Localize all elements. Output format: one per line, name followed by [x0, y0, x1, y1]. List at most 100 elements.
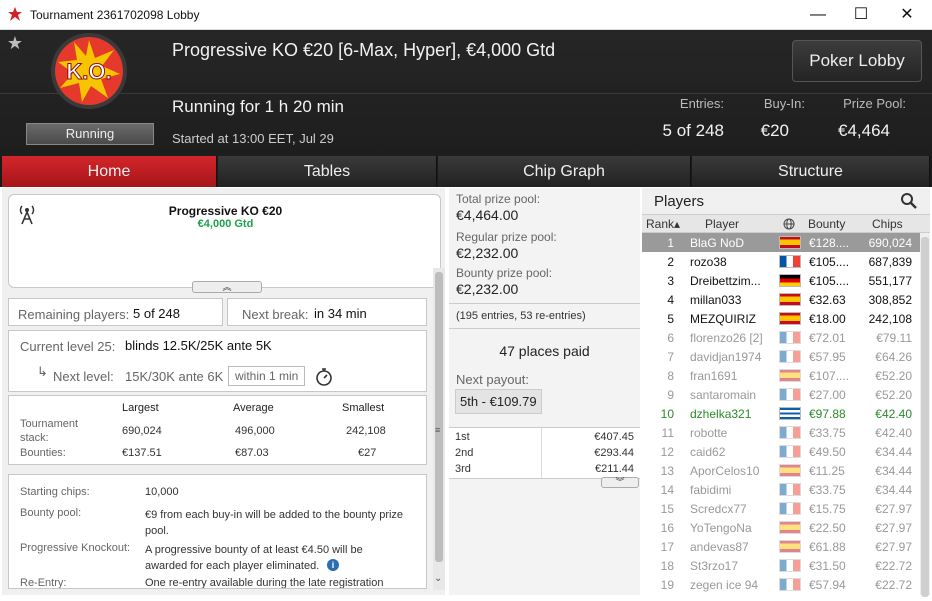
- player-chips: €42.40: [875, 426, 912, 440]
- player-row[interactable]: 12 caid62 €49.50 €34.44: [642, 442, 920, 461]
- country-flag-icon: [779, 350, 801, 363]
- minimize-button[interactable]: —: [795, 0, 841, 30]
- player-row[interactable]: 17 andevas87 €61.88 €27.97: [642, 537, 920, 556]
- next-level-arrow-icon: ↳: [37, 364, 48, 379]
- info-icon[interactable]: i: [327, 559, 339, 571]
- level-label: Current level 25:: [20, 339, 116, 354]
- players-scrollbar[interactable]: [920, 233, 930, 597]
- collapse-banner-button[interactable]: ︽: [192, 281, 262, 293]
- poker-lobby-button[interactable]: Poker Lobby: [792, 40, 922, 82]
- buyin-value: €20: [760, 121, 789, 140]
- info-value-starting-chips: 10,000: [145, 486, 179, 498]
- player-rank: 13: [660, 464, 674, 478]
- player-rank: 17: [660, 540, 674, 554]
- player-rank: 14: [660, 483, 674, 497]
- country-flag-icon: [779, 388, 801, 401]
- player-row[interactable]: 10 dzhelka321 €97.88 €42.40: [642, 404, 920, 423]
- tournament-status-badge: Running: [26, 123, 154, 145]
- window-titlebar: Tournament 2361702098 Lobby — ☐ ✕: [0, 0, 932, 30]
- window-title: Tournament 2361702098 Lobby: [30, 8, 200, 22]
- player-bounty: €97.88: [809, 407, 846, 421]
- scroll-down-icon[interactable]: ⌄: [434, 573, 442, 584]
- player-name: zegen ice 94: [690, 578, 759, 592]
- player-rank: 11: [661, 426, 674, 440]
- player-chips: €22.72: [875, 578, 912, 592]
- prizepool-stat: Prize Pool: €4,464: [826, 96, 906, 141]
- player-rank: 6: [667, 331, 674, 345]
- column-player[interactable]: Player: [705, 217, 739, 231]
- country-flag-icon: [779, 293, 801, 306]
- player-chips: €27.97: [875, 540, 912, 554]
- info-label-bounty-pool: Bounty pool:: [20, 507, 82, 519]
- player-chips: €22.72: [875, 559, 912, 573]
- favorite-star-icon[interactable]: ★: [0, 30, 30, 56]
- players-scrollbar-thumb[interactable]: [921, 237, 929, 597]
- search-icon[interactable]: [900, 192, 918, 210]
- player-row[interactable]: 16 YoTengoNa €22.50 €27.97: [642, 518, 920, 537]
- home-scrollbar-thumb[interactable]: [435, 272, 443, 562]
- player-row[interactable]: 5 MEZQUIRIZ €18.00 242,108: [642, 309, 920, 328]
- remaining-value: 5 of 248: [133, 306, 180, 321]
- prizepool-value: €4,464: [838, 121, 890, 140]
- player-bounty: €72.01: [809, 331, 846, 345]
- player-row[interactable]: 1 BlaG NoD €128.... 690,024: [642, 233, 920, 252]
- tab-structure[interactable]: Structure: [692, 156, 930, 187]
- player-chips: 687,839: [868, 255, 912, 269]
- players-column-header: Rank▴ Player Bounty Chips: [642, 214, 930, 233]
- country-flag-icon: [779, 312, 801, 325]
- banner-gtd: €4,000 Gtd: [197, 218, 254, 230]
- bounty-prize-value: €2,232.00: [456, 281, 519, 297]
- home-scrollbar[interactable]: ≡ ⌄: [433, 268, 445, 590]
- player-row[interactable]: 13 AporCelos10 €11.25 €34.44: [642, 461, 920, 480]
- player-row[interactable]: 15 Scredcx77 €15.75 €27.97: [642, 499, 920, 518]
- tab-tables[interactable]: Tables: [218, 156, 437, 187]
- player-bounty: €105....: [809, 255, 850, 269]
- player-row[interactable]: 7 davidjan1974 €57.95 €64.26: [642, 347, 920, 366]
- player-row[interactable]: 14 fabidimi €33.75 €34.44: [642, 480, 920, 499]
- player-name: rozo38: [690, 255, 727, 269]
- player-name: robotte: [690, 426, 728, 440]
- player-bounty: €57.94: [809, 578, 846, 592]
- break-value: in 34 min: [314, 306, 367, 321]
- player-row[interactable]: 2 rozo38 €105.... 687,839: [642, 252, 920, 271]
- column-bounty[interactable]: Bounty: [808, 217, 845, 231]
- stack-average: 496,000: [235, 425, 275, 437]
- player-rank: 9: [667, 388, 674, 402]
- player-bounty: €31.50: [809, 559, 846, 573]
- player-chips: 551,177: [868, 274, 912, 288]
- tab-chip-graph[interactable]: Chip Graph: [438, 156, 691, 187]
- player-row[interactable]: 6 florenzo26 [2] €72.01 €79.11: [642, 328, 920, 347]
- player-row[interactable]: 9 santaromain €27.00 €52.20: [642, 385, 920, 404]
- player-row[interactable]: 8 fran1691 €107.... €52.20: [642, 366, 920, 385]
- player-chips: €52.20: [875, 369, 912, 383]
- break-label: Next break:: [242, 307, 309, 322]
- prize-panel: Total prize pool: €4,464.00 Regular priz…: [449, 188, 640, 595]
- player-chips: 308,852: [868, 293, 912, 307]
- close-button[interactable]: ✕: [884, 0, 930, 30]
- stack-largest: 690,024: [122, 425, 162, 437]
- tab-home[interactable]: Home: [2, 156, 217, 187]
- ko-logo-icon: K.O.: [51, 33, 127, 109]
- player-chips: €64.26: [875, 350, 912, 364]
- player-row[interactable]: 11 robotte €33.75 €42.40: [642, 423, 920, 442]
- player-row[interactable]: 19 zegen ice 94 €57.94 €22.72: [642, 575, 920, 594]
- player-row[interactable]: 4 millan033 €32.63 308,852: [642, 290, 920, 309]
- maximize-button[interactable]: ☐: [838, 0, 884, 30]
- pokerstars-logo-icon: [8, 7, 22, 21]
- expand-payouts-button[interactable]: ︾: [601, 477, 639, 488]
- total-prize-label: Total prize pool:: [456, 192, 541, 206]
- player-row[interactable]: 3 Dreibettzim... €105.... 551,177: [642, 271, 920, 290]
- player-row[interactable]: 18 St3rzo17 €31.50 €22.72: [642, 556, 920, 575]
- country-flag-icon: [779, 274, 801, 287]
- player-bounty: €32.63: [809, 293, 846, 307]
- column-rank[interactable]: Rank▴: [646, 217, 680, 231]
- country-flag-icon: [779, 559, 801, 572]
- player-bounty: €33.75: [809, 426, 846, 440]
- players-panel: Players Rank▴ Player Bounty Chips 1 BlaG …: [642, 188, 930, 597]
- player-chips: €34.44: [875, 445, 912, 459]
- globe-icon[interactable]: [783, 218, 795, 230]
- players-header: Players: [642, 188, 930, 214]
- column-chips[interactable]: Chips: [872, 217, 903, 231]
- country-flag-icon: [779, 407, 801, 420]
- buyin-stat: Buy-In: €20: [725, 96, 805, 141]
